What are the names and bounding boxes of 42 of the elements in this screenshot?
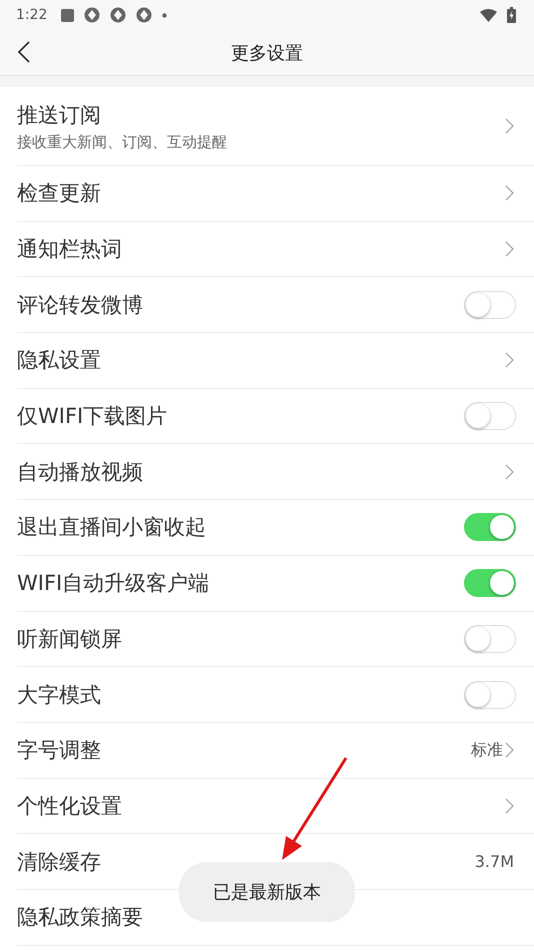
setting-label[interactable]: WIFI自动升级客户端: [17, 569, 210, 598]
setting-label[interactable]: 个性化设置: [17, 792, 122, 820]
setting-label[interactable]: 隐私设置: [17, 346, 101, 374]
chevron-icon[interactable]: [505, 185, 514, 202]
setting-label[interactable]: 隐私政策摘要: [17, 903, 143, 932]
toggle-switch[interactable]: [464, 569, 516, 598]
chevron-icon[interactable]: [505, 118, 514, 134]
setting-label[interactable]: 通知栏热词: [17, 235, 122, 264]
toggle-switch[interactable]: [464, 624, 516, 653]
wifi-icon: [480, 8, 497, 22]
aperture-icon: [84, 7, 100, 23]
setting-label[interactable]: 大字模式: [17, 680, 101, 709]
setting-label[interactable]: 字号调整: [17, 736, 101, 764]
toggle-switch[interactable]: [464, 680, 516, 709]
setting-label[interactable]: 检查更新: [17, 179, 101, 208]
status-time: 1:22: [16, 7, 48, 23]
setting-value: 标准: [471, 740, 503, 761]
chevron-icon[interactable]: [505, 352, 514, 368]
aperture-icon: [136, 7, 152, 23]
setting-label[interactable]: 听新闻锁屏: [17, 624, 122, 653]
chevron-icon[interactable]: [505, 798, 514, 814]
chevron-icon[interactable]: [505, 241, 514, 258]
page-title: 更多设置: [231, 42, 303, 64]
setting-label[interactable]: 退出直播间小窗收起: [17, 513, 206, 542]
chevron-icon[interactable]: [505, 742, 514, 758]
setting-description: 接收重大新闻、订阅、互动提醒: [17, 132, 227, 152]
chevron-icon[interactable]: [505, 464, 514, 480]
setting-label[interactable]: 清除缓存: [17, 848, 101, 876]
dot-icon: [162, 12, 168, 18]
setting-label[interactable]: 仅WIFI下载图片: [17, 402, 168, 430]
toggle-switch[interactable]: [464, 290, 516, 319]
setting-label[interactable]: 评论转发微博: [17, 290, 143, 319]
toggle-switch[interactable]: [464, 513, 516, 542]
battery-icon: [507, 7, 516, 23]
app-notification-icon: [61, 8, 74, 22]
setting-value: 3.7M: [474, 852, 514, 872]
setting-label[interactable]: 推送订阅: [17, 100, 101, 128]
back-icon[interactable]: [18, 41, 30, 63]
aperture-icon: [110, 7, 126, 23]
toast-message: 已是最新版本: [179, 862, 355, 922]
toggle-switch[interactable]: [464, 402, 516, 430]
setting-label[interactable]: 自动播放视频: [17, 458, 143, 486]
